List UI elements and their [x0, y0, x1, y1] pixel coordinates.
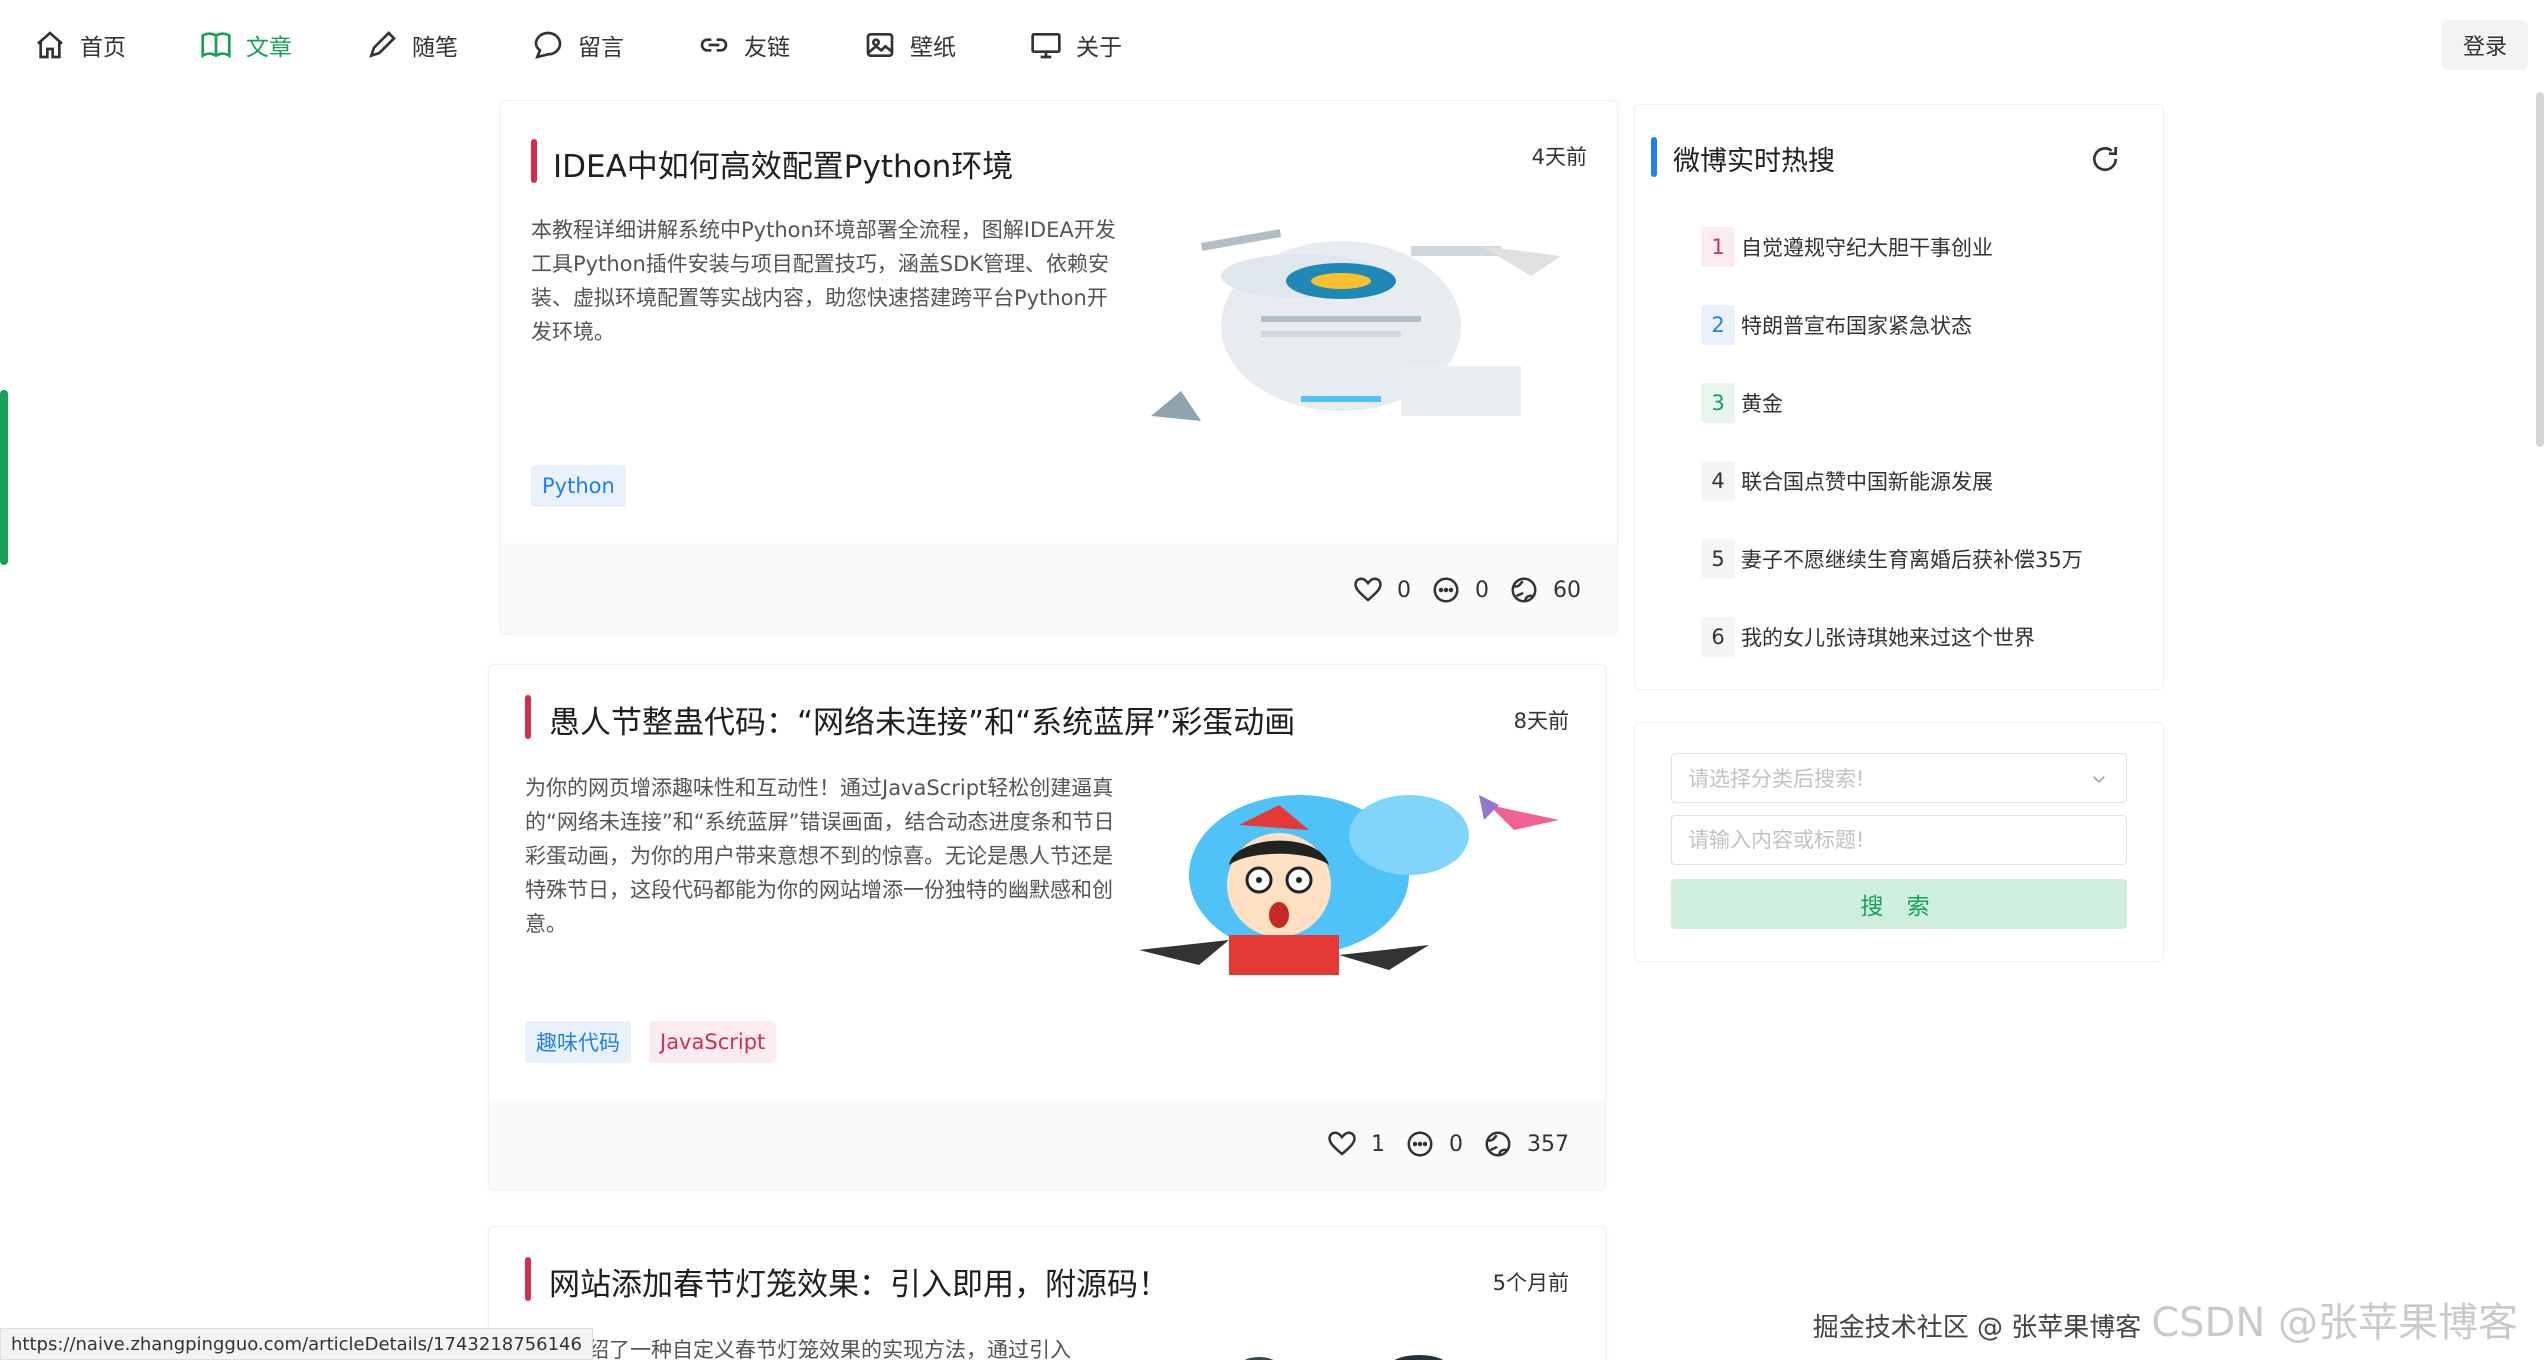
status-url: https://naive.zhangpingguo.com/articleDe… [0, 1328, 593, 1360]
heart-icon[interactable] [1327, 1129, 1357, 1159]
watermark: 掘金技术社区 @ 张苹果博客 CSDN @张苹果博客 [1813, 1290, 2518, 1348]
article-time: 5个月前 [1492, 1271, 1569, 1295]
hot-search-item[interactable]: 3 黄金 [1701, 383, 1783, 423]
scrollbar[interactable] [2536, 92, 2544, 447]
nav-label: 友链 [744, 35, 790, 61]
hot-search-text: 妻子不愿继续生育离婚后获补偿35万 [1741, 548, 2083, 572]
link-icon [700, 38, 728, 52]
hot-search-item[interactable]: 1 自觉遵规守纪大胆干事创业 [1701, 227, 1993, 267]
rank-badge: 6 [1701, 617, 1735, 657]
nav-item-home[interactable]: 首页 [34, 28, 126, 62]
nav-item-about[interactable]: 关于 [1030, 28, 1122, 62]
image-icon [866, 33, 894, 57]
category-placeholder: 请选择分类后搜索! [1688, 767, 1865, 791]
rank-badge: 4 [1701, 461, 1735, 501]
top-nav: 首页 文章 随笔 留言 友链 壁纸 关于 [0, 0, 2548, 90]
article-tag[interactable]: JavaScript [649, 1021, 777, 1063]
chevron-down-icon [2093, 776, 2105, 784]
watermark-large: CSDN @张苹果博客 [2151, 1300, 2518, 1346]
article-tag[interactable]: 趣味代码 [525, 1021, 631, 1063]
rank-badge: 3 [1701, 383, 1735, 423]
monitor-icon [1031, 33, 1061, 59]
comment-count: 0 [1475, 577, 1489, 603]
article-card[interactable]: 愚人节整蛊代码：“网络未连接”和“系统蓝屏”彩蛋动画 8天前 为你的网页增添趣味… [488, 664, 1606, 1190]
article-footer: 1 0 357 [489, 1099, 1605, 1189]
globe-icon [1485, 1131, 1511, 1157]
rank-badge: 2 [1701, 305, 1735, 345]
nav-label: 文章 [246, 35, 292, 61]
comment-icon[interactable] [1405, 1129, 1435, 1159]
article-thumbnail[interactable] [1139, 775, 1569, 975]
article-tag[interactable]: Python [531, 465, 626, 507]
article-time: 8天前 [1513, 709, 1569, 733]
hot-search-item[interactable]: 5 妻子不愿继续生育离婚后获补偿35万 [1701, 539, 2083, 579]
article-title[interactable]: IDEA中如何高效配置Python环境 [553, 141, 1013, 186]
rank-badge: 5 [1701, 539, 1735, 579]
article-card[interactable]: IDEA中如何高效配置Python环境 4天前 本教程详细讲解系统中Python… [500, 100, 1618, 634]
article-description: 为你的网页增添趣味性和互动性！通过JavaScript轻松创建逼真的“网络未连接… [525, 776, 1115, 936]
hot-search-item[interactable]: 4 联合国点赞中国新能源发展 [1701, 461, 1993, 501]
article-card[interactable]: 网站添加春节灯笼效果：引入即用，附源码！ 5个月前 本文介绍了一种自定义春节灯笼… [488, 1226, 1606, 1360]
title-accent [525, 1257, 531, 1301]
article-time: 4天前 [1531, 145, 1587, 169]
like-count: 1 [1371, 1131, 1385, 1157]
article-thumbnail[interactable] [1219, 1347, 1519, 1360]
search-button[interactable]: 搜 索 [1671, 879, 2127, 929]
category-select[interactable]: 请选择分类后搜索! [1671, 753, 2127, 803]
home-icon [37, 31, 63, 59]
article-stats: 1 0 357 [1327, 1129, 1569, 1159]
nav-item-essays[interactable]: 随笔 [366, 28, 458, 62]
globe-icon [1511, 577, 1537, 603]
article-title[interactable]: 网站添加春节灯笼效果：引入即用，附源码！ [549, 1259, 1169, 1304]
nav-label: 留言 [578, 35, 624, 61]
hot-search-panel: 微博实时热搜 1 自觉遵规守纪大胆干事创业 2 特朗普宣布国家紧急状态 3 黄金… [1634, 104, 2164, 690]
view-count: 357 [1527, 1131, 1569, 1157]
login-button[interactable]: 登录 [2442, 20, 2528, 70]
like-count: 0 [1397, 577, 1411, 603]
hot-search-text: 我的女儿张诗琪她来过这个世界 [1741, 626, 2035, 650]
article-thumbnail[interactable] [1141, 216, 1571, 431]
hot-search-item[interactable]: 6 我的女儿张诗琪她来过这个世界 [1701, 617, 2035, 657]
refresh-icon[interactable] [2089, 143, 2121, 175]
nav-label: 关于 [1076, 35, 1122, 61]
left-accent-bar [0, 390, 8, 565]
nav-item-articles[interactable]: 文章 [200, 28, 292, 62]
title-accent [525, 695, 531, 739]
hot-search-text: 特朗普宣布国家紧急状态 [1741, 314, 1972, 338]
nav-item-messages[interactable]: 留言 [532, 28, 624, 62]
article-title[interactable]: 愚人节整蛊代码：“网络未连接”和“系统蓝屏”彩蛋动画 [549, 697, 1295, 742]
nav-label: 壁纸 [910, 35, 956, 61]
comment-icon[interactable] [1431, 575, 1461, 605]
title-accent [531, 139, 537, 183]
nav-label: 首页 [80, 35, 126, 61]
hot-search-item[interactable]: 2 特朗普宣布国家紧急状态 [1701, 305, 1972, 345]
hot-search-text: 自觉遵规守纪大胆干事创业 [1741, 236, 1993, 260]
hot-search-title: 微博实时热搜 [1673, 146, 1835, 177]
heart-icon[interactable] [1353, 575, 1383, 605]
panel-accent [1651, 137, 1657, 177]
article-footer: 0 0 60 [501, 543, 1617, 633]
hot-search-text: 联合国点赞中国新能源发展 [1741, 470, 1993, 494]
chat-bubble-icon [534, 31, 562, 59]
article-stats: 0 0 60 [1353, 575, 1581, 605]
keyword-input[interactable] [1671, 815, 2127, 865]
rank-badge: 1 [1701, 227, 1735, 267]
article-description: 本文介绍了一种自定义春节灯笼效果的实现方法，通过引入 [525, 1338, 1071, 1360]
pen-icon [369, 31, 396, 58]
hot-search-text: 黄金 [1741, 392, 1783, 416]
view-count: 60 [1553, 577, 1581, 603]
search-panel: 请选择分类后搜索! 搜 索 [1634, 722, 2164, 962]
nav-item-wallpaper[interactable]: 壁纸 [864, 28, 956, 62]
comment-count: 0 [1449, 1131, 1463, 1157]
article-description: 本教程详细讲解系统中Python环境部署全流程，图解IDEA开发工具Python… [531, 218, 1116, 344]
watermark-small: 掘金技术社区 @ 张苹果博客 [1812, 1313, 2142, 1343]
nav-label: 随笔 [412, 35, 458, 61]
nav-item-friend-links[interactable]: 友链 [698, 28, 790, 62]
book-icon [201, 32, 231, 59]
